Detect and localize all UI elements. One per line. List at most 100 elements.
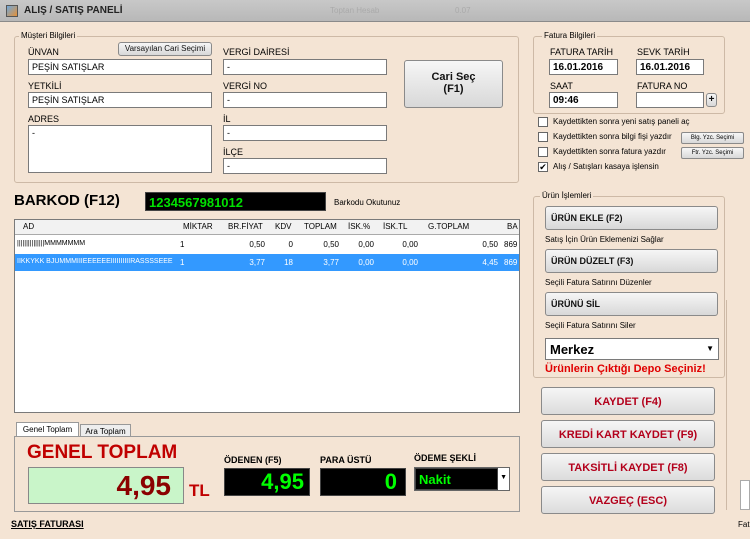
installment-save-button[interactable]: TAKSİTLİ KAYDET (F8) bbox=[541, 453, 715, 481]
column-header-ba[interactable]: BA bbox=[507, 222, 518, 231]
product-ops-label: Ürün İşlemleri bbox=[540, 191, 594, 200]
product-grid[interactable]: AD MİKTAR BR.FİYAT KDV TOPLAM İSK.% İSK.… bbox=[14, 219, 520, 413]
yetkili-field[interactable]: PEŞİN SATIŞLAR bbox=[28, 92, 212, 108]
invoice-group-label: Fatura Bilgileri bbox=[542, 31, 598, 40]
ilce-label: İLÇE bbox=[223, 147, 244, 157]
adres-field[interactable]: - bbox=[28, 125, 212, 173]
default-customer-button[interactable]: Varsayılan Cari Seçimi bbox=[118, 42, 212, 56]
option-checkbox-print-invoice[interactable] bbox=[538, 147, 548, 157]
column-header-g-toplam[interactable]: G.TOPLAM bbox=[428, 222, 469, 231]
vergi-no-field[interactable]: - bbox=[223, 92, 387, 108]
barcode-hint: Barkodu Okutunuz bbox=[334, 198, 401, 207]
barcode-input[interactable]: 1234567981012 bbox=[145, 192, 326, 211]
cell-toplam: 0,50 bbox=[323, 240, 339, 249]
column-header-isk-pct[interactable]: İSK.% bbox=[348, 222, 370, 231]
option-checkbox-new-panel[interactable] bbox=[538, 117, 548, 127]
cell-miktar: 1 bbox=[180, 258, 185, 267]
cell-isk-pct: 0,00 bbox=[358, 258, 374, 267]
option-checkbox-cash-register[interactable]: ✔ bbox=[538, 162, 548, 172]
delete-product-desc: Seçili Fatura Satırını Siler bbox=[545, 321, 636, 330]
saat-field[interactable]: 09:46 bbox=[549, 92, 618, 108]
save-button[interactable]: KAYDET (F4) bbox=[541, 387, 715, 415]
table-row-selected[interactable]: IIKKYKK BJUMMMIIIEEEEEEIIIIIIIIIIRASSSSE… bbox=[15, 254, 519, 271]
depot-select-value: Merkez bbox=[550, 342, 595, 357]
info-printer-select-button[interactable]: Blg. Yzc. Seçimi bbox=[681, 132, 744, 144]
option-label-print-info: Kaydettikten sonra bilgi fişi yazdır bbox=[553, 132, 672, 141]
invoice-printer-select-button[interactable]: Ftr. Yzc. Seçimi bbox=[681, 147, 744, 159]
unvan-field[interactable]: PEŞİN SATIŞLAR bbox=[28, 59, 212, 75]
odeme-sekli-value: Nakit bbox=[415, 468, 498, 490]
cell-g-toplam: 4,45 bbox=[482, 258, 498, 267]
option-label-new-panel: Kaydettikten sonra yeni satış paneli aç bbox=[553, 117, 690, 126]
cell-br-fiyat: 3,77 bbox=[249, 258, 265, 267]
cari-sec-button[interactable]: Cari Seç (F1) bbox=[404, 60, 503, 108]
document-type-label: SATIŞ FATURASI bbox=[11, 519, 84, 529]
depot-warning: Ürünlerin Çıktığı Depo Seçiniz! bbox=[545, 363, 706, 375]
edit-product-desc: Seçili Fatura Satırını Düzenler bbox=[545, 278, 652, 287]
vergi-dairesi-field[interactable]: - bbox=[223, 59, 387, 75]
column-header-br-fiyat[interactable]: BR.FİYAT bbox=[228, 222, 263, 231]
cell-ba: 869 bbox=[504, 258, 518, 267]
checkmark-icon: ✔ bbox=[539, 162, 547, 172]
cell-g-toplam: 0,50 bbox=[482, 240, 498, 249]
genel-toplam-value: 4,95 bbox=[28, 467, 184, 504]
column-header-ad[interactable]: AD bbox=[23, 222, 34, 231]
option-checkbox-print-info[interactable] bbox=[538, 132, 548, 142]
delete-product-button[interactable]: ÜRÜNÜ SİL bbox=[545, 292, 718, 316]
cell-br-fiyat: 0,50 bbox=[249, 240, 265, 249]
cancel-button[interactable]: VAZGEÇ (ESC) bbox=[541, 486, 715, 514]
cell-toplam: 3,77 bbox=[323, 258, 339, 267]
title-bar: ALIŞ / SATIŞ PANELİ Toptan Hesab 0.07 bbox=[0, 0, 750, 22]
cell-ad: IIKKYKK BJUMMMIIIEEEEEEIIIIIIIIIIRASSSSE… bbox=[17, 258, 173, 265]
chevron-down-icon: ▼ bbox=[706, 344, 714, 353]
sevk-tarih-field[interactable]: 16.01.2016 bbox=[636, 59, 704, 75]
cari-sec-line2: (F1) bbox=[443, 83, 464, 95]
depot-select[interactable]: Merkez ▼ bbox=[545, 338, 719, 360]
cell-kdv: 18 bbox=[284, 258, 293, 267]
il-field[interactable]: - bbox=[223, 125, 387, 141]
app-icon bbox=[6, 5, 18, 17]
column-header-miktar[interactable]: MİKTAR bbox=[183, 222, 213, 231]
add-product-button[interactable]: ÜRÜN EKLE (F2) bbox=[545, 206, 718, 230]
fatura-no-label: FATURA NO bbox=[637, 81, 688, 91]
fatura-no-field[interactable] bbox=[636, 92, 704, 108]
unvan-label: ÜNVAN bbox=[28, 47, 59, 57]
ghost-title-text: Toptan Hesab bbox=[330, 6, 380, 15]
window-title: ALIŞ / SATIŞ PANELİ bbox=[24, 5, 123, 16]
cell-isk-tl: 0,00 bbox=[402, 240, 418, 249]
right-panel-partial-label: Fatu bbox=[738, 520, 750, 529]
cell-ba: 869 bbox=[504, 240, 518, 249]
edit-product-button[interactable]: ÜRÜN DÜZELT (F3) bbox=[545, 249, 718, 273]
column-header-isk-tl[interactable]: İSK.TL bbox=[383, 222, 407, 231]
column-header-kdv[interactable]: KDV bbox=[275, 222, 291, 231]
customer-group-label: Müşteri Bilgileri bbox=[19, 31, 78, 40]
yetkili-label: YETKİLİ bbox=[28, 81, 62, 91]
saat-label: SAAT bbox=[550, 81, 573, 91]
cell-isk-pct: 0,00 bbox=[358, 240, 374, 249]
cari-sec-line1: Cari Seç bbox=[431, 71, 476, 83]
card-save-button[interactable]: KREDİ KART KAYDET (F9) bbox=[541, 420, 715, 448]
odenen-label: ÖDENEN (F5) bbox=[224, 455, 282, 465]
add-product-desc: Satış İçin Ürün Eklemenizi Sağlar bbox=[545, 235, 664, 244]
fatura-tarih-label: FATURA TARİH bbox=[550, 47, 614, 57]
right-panel-field bbox=[740, 480, 750, 510]
para-ustu-value: 0 bbox=[320, 468, 406, 496]
para-ustu-label: PARA ÜSTÜ bbox=[320, 455, 372, 465]
vergi-no-label: VERGİ NO bbox=[223, 81, 268, 91]
sevk-tarih-label: SEVK TARİH bbox=[637, 47, 690, 57]
option-label-print-invoice: Kaydettikten sonra fatura yazdır bbox=[553, 147, 666, 156]
tab-genel-toplam[interactable]: Genel Toplam bbox=[16, 422, 79, 437]
cell-isk-tl: 0,00 bbox=[402, 258, 418, 267]
column-header-toplam[interactable]: TOPLAM bbox=[304, 222, 337, 231]
odeme-sekli-select[interactable]: Nakit ▼ bbox=[414, 467, 510, 491]
option-label-cash-register: Alış / Satışları kasaya işlensin bbox=[553, 162, 659, 171]
adres-label: ADRES bbox=[28, 114, 60, 124]
chevron-down-icon: ▼ bbox=[500, 474, 507, 481]
cell-miktar: 1 bbox=[180, 240, 185, 249]
table-row[interactable]: |||||||||||||||MMMMMMM 1 0,50 0 0,50 0,0… bbox=[15, 236, 519, 253]
ilce-field[interactable]: - bbox=[223, 158, 387, 174]
il-label: İL bbox=[223, 114, 231, 124]
plus-button[interactable]: + bbox=[706, 93, 717, 107]
fatura-tarih-field[interactable]: 16.01.2016 bbox=[549, 59, 618, 75]
odenen-input[interactable]: 4,95 bbox=[224, 468, 310, 496]
